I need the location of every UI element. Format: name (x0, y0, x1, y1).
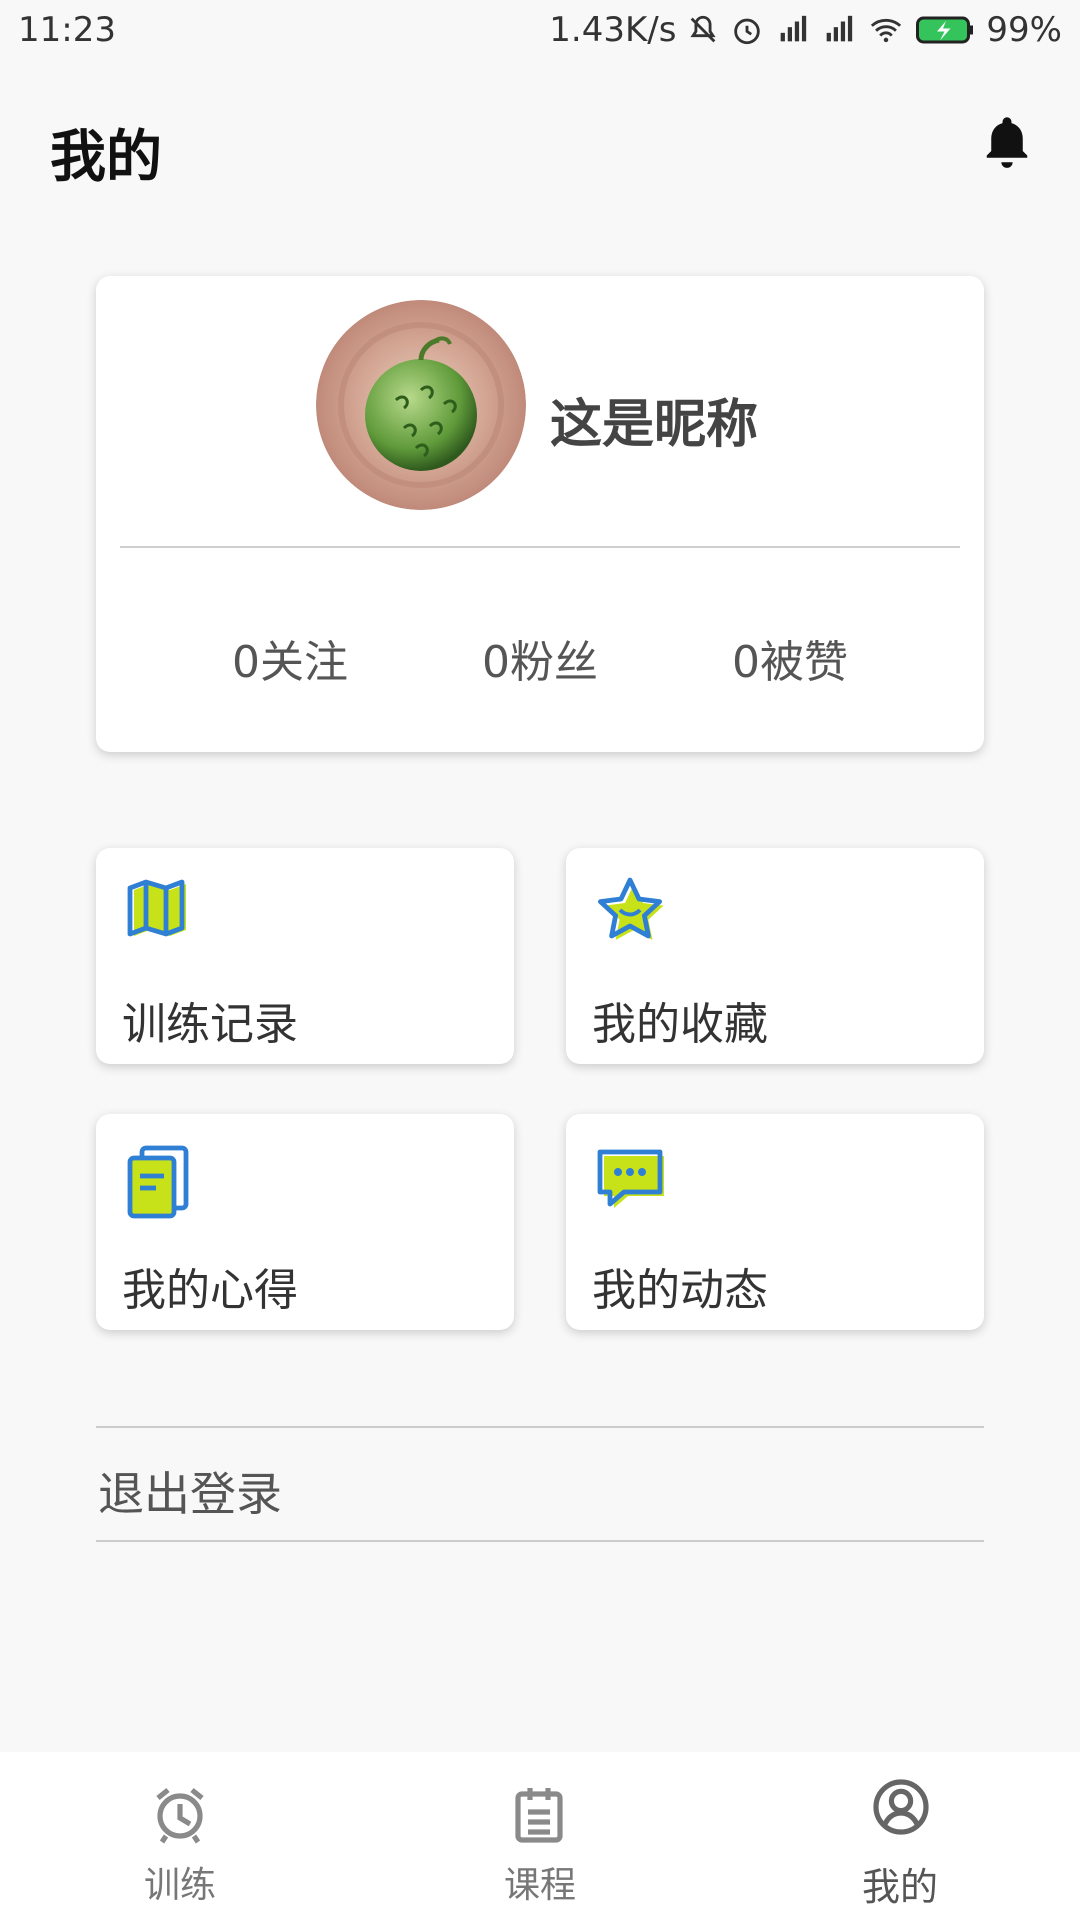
status-bar: 11:23 1.43K/s 99% (0, 0, 1080, 60)
net-speed: 1.43K/s (549, 10, 677, 50)
signal-icon (827, 15, 853, 42)
status-time: 11:23 (18, 10, 116, 50)
hd-signal-icon (781, 15, 807, 42)
notification-button[interactable] (980, 112, 1034, 176)
stat-followers[interactable]: 0粉丝 (415, 626, 665, 690)
profile-stats: 0关注 0粉丝 0被赞 (96, 626, 984, 690)
page-title: 我的 (50, 125, 162, 190)
tile-my-activity[interactable]: 我的动态 (566, 1114, 984, 1330)
mute-icon (690, 15, 716, 43)
tile-label: 训练记录 (122, 999, 298, 1050)
stat-following[interactable]: 0关注 (165, 626, 415, 690)
card-divider (120, 546, 960, 548)
wifi-icon (871, 18, 902, 43)
nav-item-courses[interactable]: 课程 (440, 1752, 640, 1920)
nav-label: 课程 (503, 1865, 576, 1906)
tile-my-notes[interactable]: 我的心得 (96, 1114, 514, 1330)
status-icons: 1.43K/s 99% (549, 10, 1062, 50)
nickname[interactable]: 这是昵称 (550, 382, 758, 457)
user-circle-icon (872, 1778, 930, 1840)
tile-label: 我的动态 (592, 1265, 768, 1316)
battery-charging-icon (916, 16, 974, 44)
bottom-nav: 训练 课程 我的 (0, 1752, 1080, 1920)
notebook-icon (126, 1144, 190, 1224)
nav-item-training[interactable]: 训练 (80, 1752, 280, 1920)
alarm-clock-icon (152, 1784, 208, 1848)
avatar[interactable] (316, 300, 526, 510)
nav-label: 我的 (861, 1865, 938, 1909)
tile-label: 我的收藏 (592, 999, 768, 1050)
calendar-icon (512, 1784, 566, 1848)
star-icon (592, 874, 668, 952)
tile-label: 我的心得 (122, 1265, 298, 1316)
map-icon (126, 878, 194, 946)
nav-item-mine[interactable]: 我的 (800, 1752, 1000, 1920)
tile-my-favorites[interactable]: 我的收藏 (566, 848, 984, 1064)
tile-training-records[interactable]: 训练记录 (96, 848, 514, 1064)
logout-label: 退出登录 (98, 1467, 282, 1521)
profile-card[interactable]: 这是昵称 0关注 0粉丝 0被赞 (96, 276, 984, 752)
chat-icon (596, 1144, 668, 1216)
logout-row[interactable]: 退出登录 (96, 1426, 984, 1542)
bell-icon (986, 117, 1028, 168)
stat-likes[interactable]: 0被赞 (665, 626, 915, 690)
avatar-image (316, 300, 526, 510)
alarm-icon (734, 18, 761, 45)
battery-percent: 99% (986, 10, 1062, 50)
header: 我的 (0, 60, 1080, 235)
nav-label: 训练 (143, 1865, 216, 1906)
